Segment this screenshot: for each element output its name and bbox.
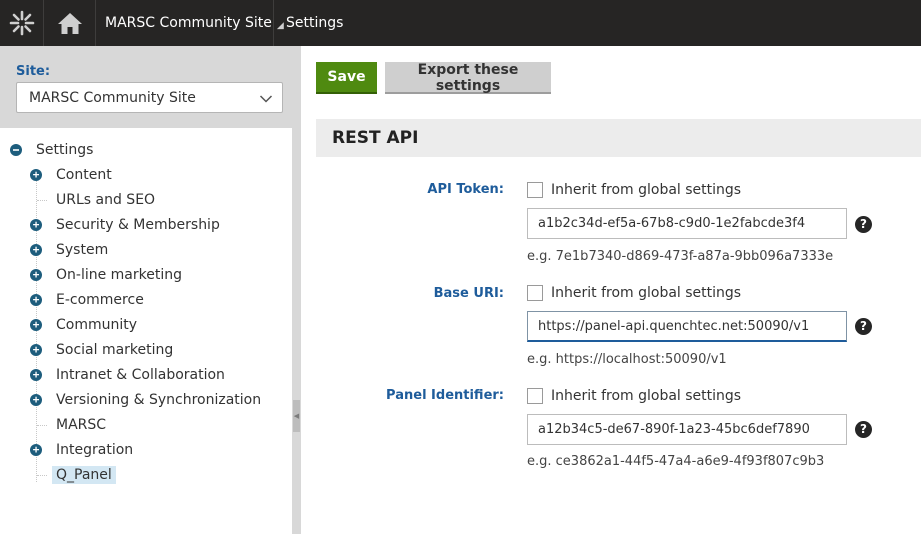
help-icon[interactable]: ? — [855, 216, 872, 233]
panel-splitter[interactable]: ◀ — [292, 46, 301, 534]
site-label: Site: — [16, 64, 51, 79]
save-button[interactable]: Save — [316, 62, 377, 94]
site-select[interactable]: MARSC Community Site — [16, 82, 283, 113]
top-bar: MARSC Community Site ◢ Settings — [0, 0, 921, 46]
tree-item-social-marketing[interactable]: + Social marketing — [30, 340, 270, 360]
tree-root-label: Settings — [36, 142, 94, 158]
help-icon[interactable]: ? — [855, 421, 872, 438]
tree-item-label: URLs and SEO — [56, 192, 156, 208]
tree-item-label: Community — [56, 317, 138, 333]
site-switcher[interactable]: MARSC Community Site ◢ — [96, 0, 284, 46]
tree-item-label: MARSC — [56, 417, 107, 433]
collapse-icon[interactable] — [10, 144, 22, 156]
export-settings-button[interactable]: Export these settings — [385, 62, 551, 94]
section-title: REST API — [316, 119, 921, 157]
tree-item-online-marketing[interactable]: + On-line marketing — [30, 265, 270, 285]
tree-root-settings[interactable]: Settings — [10, 140, 93, 160]
tree-item-label: Q_Panel — [52, 466, 116, 484]
expand-icon[interactable]: + — [30, 394, 42, 406]
tree-item-q-panel[interactable]: Q_Panel — [30, 465, 270, 485]
site-select-value: MARSC Community Site — [29, 89, 196, 106]
api-token-label: API Token: — [427, 182, 504, 197]
expand-icon[interactable]: + — [30, 244, 42, 256]
tree-item-community[interactable]: + Community — [30, 315, 270, 335]
expand-icon[interactable]: + — [30, 269, 42, 281]
tree-item-label: Intranet & Collaboration — [56, 367, 225, 383]
expand-icon[interactable]: + — [30, 319, 42, 331]
inherit-label: Inherit from global settings — [551, 285, 742, 301]
inherit-label: Inherit from global settings — [551, 388, 742, 404]
base-uri-example: e.g. https://localhost:50090/v1 — [527, 352, 727, 367]
tree-item-label: Social marketing — [56, 342, 174, 358]
tree-item-integration[interactable]: + Integration — [30, 440, 270, 460]
left-panel: Site: MARSC Community Site Settings + Co… — [0, 46, 292, 534]
collapse-panel-handle[interactable]: ◀ — [293, 400, 300, 432]
tree-item-label: Security & Membership — [56, 217, 220, 233]
expand-icon[interactable]: + — [30, 219, 42, 231]
panel-identifier-inherit[interactable]: Inherit from global settings — [527, 388, 741, 404]
base-uri-inherit[interactable]: Inherit from global settings — [527, 285, 741, 301]
api-token-inherit[interactable]: Inherit from global settings — [527, 182, 741, 198]
tree-item-label: System — [56, 242, 109, 258]
api-token-input[interactable] — [527, 208, 847, 239]
expand-icon[interactable]: + — [30, 369, 42, 381]
tree-item-label: E-commerce — [56, 292, 144, 308]
tree-item-label: Integration — [56, 442, 134, 458]
panel-identifier-example: e.g. ce3862a1-44f5-47a4-a6e9-4f93f807c9b… — [527, 454, 825, 469]
tree-item-ecommerce[interactable]: + E-commerce — [30, 290, 270, 310]
panel-identifier-inherit-checkbox[interactable] — [527, 388, 543, 404]
tree-item-label: Versioning & Synchronization — [56, 392, 262, 408]
main-content: Save Export these settings REST API API … — [301, 46, 921, 534]
tree-item-urls-seo[interactable]: URLs and SEO — [30, 190, 270, 210]
tree-item-marsc[interactable]: MARSC — [30, 415, 270, 435]
panel-identifier-input[interactable] — [527, 414, 847, 445]
expand-icon[interactable]: + — [30, 344, 42, 356]
site-selector-box: Site: MARSC Community Site — [0, 46, 292, 128]
base-uri-inherit-checkbox[interactable] — [527, 285, 543, 301]
panel-identifier-label: Panel Identifier: — [386, 388, 504, 403]
base-uri-input[interactable] — [527, 311, 847, 342]
kentico-logo-icon[interactable] — [0, 0, 44, 46]
api-token-example: e.g. 7e1b7340-d869-473f-a87a-9bb096a7333… — [527, 249, 834, 264]
tree-item-label: Content — [56, 167, 112, 183]
app-title[interactable]: Settings — [275, 0, 343, 46]
site-switcher-label: MARSC Community Site — [105, 15, 272, 31]
tree-item-versioning[interactable]: + Versioning & Synchronization — [30, 390, 270, 410]
tree-item-content[interactable]: + Content — [30, 165, 270, 185]
home-icon[interactable] — [44, 0, 96, 46]
tree-item-system[interactable]: + System — [30, 240, 270, 260]
chevron-down-icon — [259, 92, 273, 108]
expand-icon[interactable]: + — [30, 444, 42, 456]
tree-item-label: On-line marketing — [56, 267, 182, 283]
tree-item-intranet[interactable]: + Intranet & Collaboration — [30, 365, 270, 385]
help-icon[interactable]: ? — [855, 318, 872, 335]
base-uri-label: Base URI: — [433, 286, 504, 301]
tree-item-security[interactable]: + Security & Membership — [30, 215, 270, 235]
api-token-inherit-checkbox[interactable] — [527, 182, 543, 198]
expand-icon[interactable]: + — [30, 294, 42, 306]
inherit-label: Inherit from global settings — [551, 182, 742, 198]
expand-icon[interactable]: + — [30, 169, 42, 181]
